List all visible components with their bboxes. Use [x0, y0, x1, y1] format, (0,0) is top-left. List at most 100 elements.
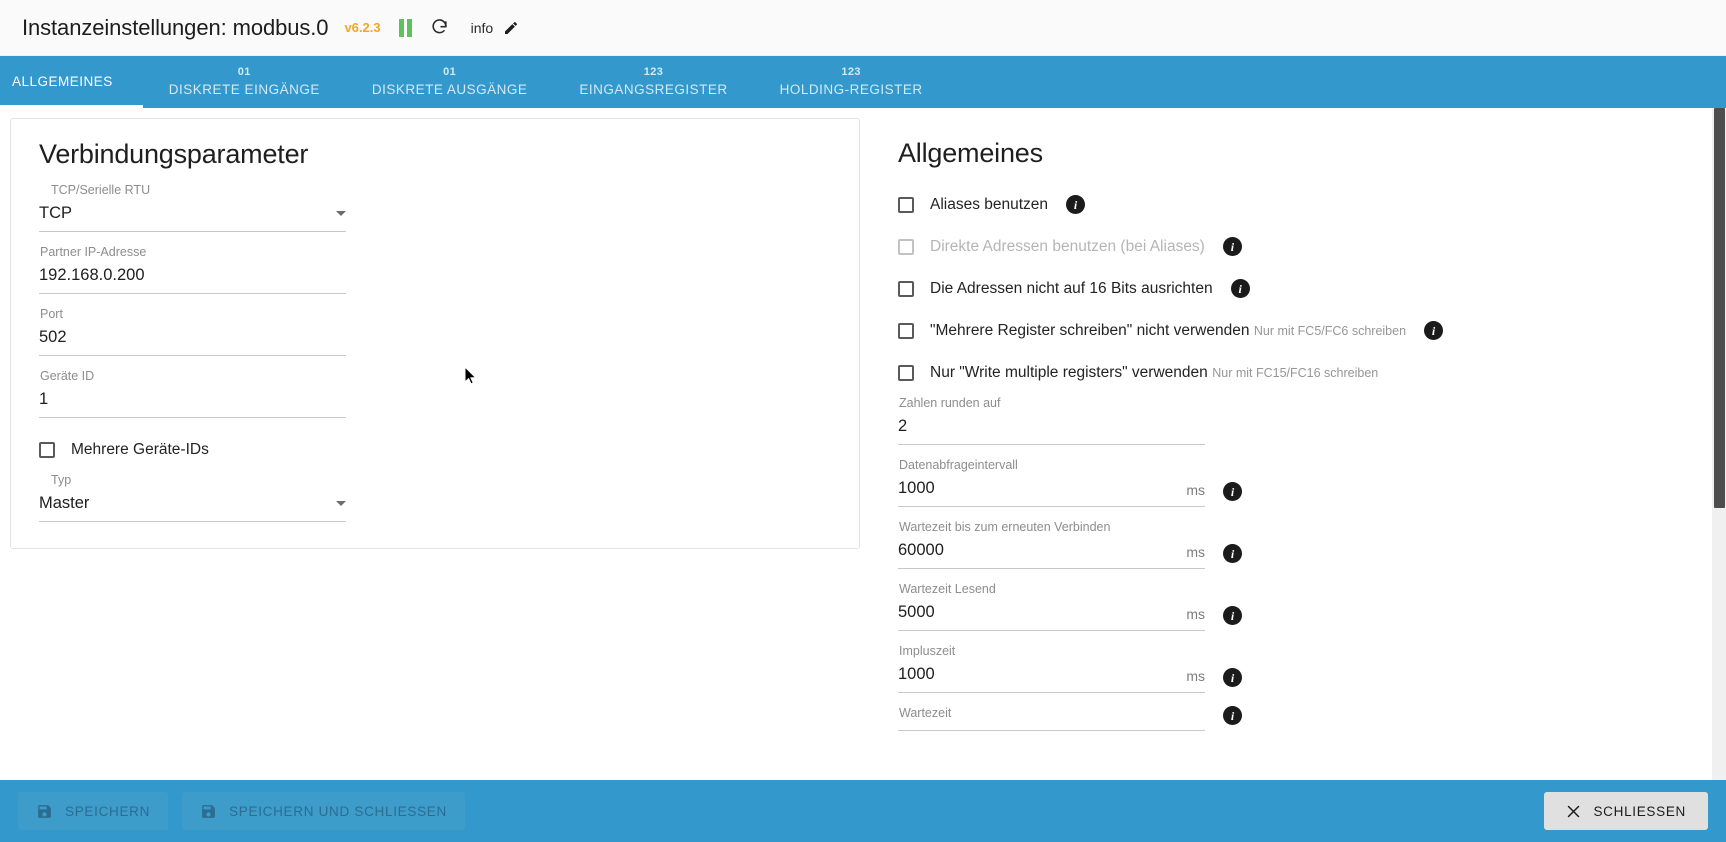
no-multi-write-checkbox-row[interactable]: "Mehrere Register schreiben" nicht verwe…	[898, 321, 1688, 341]
round-numbers-value: 2	[898, 417, 908, 435]
tab-holding-register[interactable]: 123 HOLDING-REGISTER	[754, 56, 949, 108]
save-and-close-button[interactable]: SPEICHERN UND SCHLIESSEN	[182, 792, 465, 830]
direct-addresses-checkbox-row: Direkte Adressen benutzen (bei Aliases) …	[898, 237, 1688, 257]
device-id-label: Geräte ID	[40, 369, 95, 383]
close-button-label: SCHLIESSEN	[1593, 803, 1686, 819]
instance-settings-window: Instanzeinstellungen: modbus.0 v6.2.3 in…	[0, 0, 1726, 842]
reconnect-delay-field-group: Wartezeit bis zum erneuten Verbinden 600…	[898, 507, 1688, 569]
tab-label: EINGANGSREGISTER	[579, 82, 728, 97]
refresh-icon[interactable]	[430, 18, 449, 37]
checkbox-icon[interactable]	[898, 365, 914, 381]
checkbox-icon[interactable]	[898, 323, 914, 339]
device-id-input[interactable]: Geräte ID 1	[39, 366, 346, 418]
reconnect-delay-unit: ms	[1186, 544, 1205, 560]
multi-device-ids-checkbox-row[interactable]: Mehrere Geräte-IDs	[39, 440, 831, 460]
direct-addresses-label: Direkte Adressen benutzen (bei Aliases)	[930, 238, 1205, 255]
connection-title: Verbindungsparameter	[39, 139, 309, 169]
pulse-time-label: Impluszeit	[899, 644, 956, 658]
only-multi-write-checkbox-row[interactable]: Nur "Write multiple registers" verwenden…	[898, 363, 1688, 383]
info-icon[interactable]: i	[1424, 321, 1444, 340]
multi-device-ids-label: Mehrere Geräte-IDs	[71, 441, 209, 458]
type-select[interactable]: Typ Master	[39, 470, 346, 522]
save-and-close-button-label: SPEICHERN UND SCHLIESSEN	[229, 803, 447, 819]
poll-interval-label: Datenabfrageintervall	[899, 458, 1018, 472]
info-icon[interactable]: i	[1066, 195, 1086, 214]
chevron-down-icon	[336, 211, 346, 216]
tab-allgemeines[interactable]: ALLGEMEINES	[0, 56, 143, 108]
checkbox-icon	[898, 239, 914, 255]
info-icon[interactable]: i	[1223, 544, 1242, 563]
round-numbers-field-group: Zahlen runden auf 2	[898, 383, 1688, 445]
poll-interval-input[interactable]: Datenabfrageintervall 1000 ms	[898, 455, 1205, 507]
protocol-select[interactable]: TCP/Serielle RTU TCP	[39, 180, 346, 232]
tab-superscript: 123	[841, 66, 861, 78]
checkbox-icon[interactable]	[898, 281, 914, 297]
aliases-label: Aliases benutzen	[930, 196, 1049, 213]
reconnect-delay-label: Wartezeit bis zum erneuten Verbinden	[899, 520, 1111, 534]
footer-bar: SPEICHERN SPEICHERN UND SCHLIESSEN SCHLI…	[0, 780, 1726, 842]
wait-time-field-group: Wartezeit i	[898, 693, 1688, 731]
port-input[interactable]: Port 502	[39, 304, 346, 356]
save-button[interactable]: SPEICHERN	[18, 792, 169, 830]
pulse-time-input[interactable]: Impluszeit 1000 ms	[898, 641, 1205, 693]
tab-label: ALLGEMEINES	[12, 74, 113, 89]
pause-icon[interactable]	[398, 18, 412, 37]
round-numbers-input[interactable]: Zahlen runden auf 2	[898, 393, 1205, 445]
close-icon	[1566, 804, 1581, 819]
tab-label: DISKRETE AUSGÄNGE	[371, 82, 528, 97]
checkbox-icon[interactable]	[898, 197, 914, 213]
tab-label: DISKRETE EINGÄNGE	[168, 82, 320, 97]
vertical-scrollbar[interactable]	[1712, 108, 1726, 780]
read-timeout-unit: ms	[1186, 606, 1205, 622]
port-label: Port	[40, 307, 63, 321]
info-icon[interactable]: i	[1223, 668, 1242, 687]
no-16bit-align-checkbox-row[interactable]: Die Adressen nicht auf 16 Bits ausrichte…	[898, 279, 1688, 299]
info-icon[interactable]: i	[1223, 606, 1242, 625]
info-link[interactable]: info	[471, 20, 494, 36]
partner-ip-label: Partner IP-Adresse	[40, 245, 147, 259]
info-icon[interactable]: i	[1222, 237, 1242, 256]
tab-eingangsregister[interactable]: 123 EINGANGSREGISTER	[553, 56, 753, 108]
tab-diskrete-eingaenge[interactable]: 01 DISKRETE EINGÄNGE	[143, 56, 346, 108]
no-multi-write-label: "Mehrere Register schreiben" nicht verwe…	[930, 322, 1250, 339]
tab-bar: ALLGEMEINES 01 DISKRETE EINGÄNGE 01 DISK…	[0, 56, 1726, 108]
wait-time-input[interactable]: Wartezeit	[898, 703, 1205, 731]
tab-superscript: 01	[237, 66, 251, 78]
tab-label: HOLDING-REGISTER	[779, 82, 923, 97]
chevron-down-icon	[336, 501, 346, 506]
save-button-label: SPEICHERN	[65, 803, 151, 819]
partner-ip-input[interactable]: Partner IP-Adresse 192.168.0.200	[39, 242, 346, 294]
info-icon[interactable]: i	[1223, 482, 1242, 501]
tab-diskrete-ausgaenge[interactable]: 01 DISKRETE AUSGÄNGE	[346, 56, 554, 108]
read-timeout-input[interactable]: Wartezeit Lesend 5000 ms	[898, 579, 1205, 631]
page-title: Instanzeinstellungen: modbus.0	[22, 14, 329, 40]
scrollbar-thumb[interactable]	[1714, 108, 1725, 508]
settings-content: Verbindungsparameter TCP/Serielle RTU TC…	[0, 108, 1726, 780]
info-icon[interactable]: i	[1223, 706, 1242, 725]
protocol-value: TCP	[39, 204, 72, 222]
reconnect-delay-input[interactable]: Wartezeit bis zum erneuten Verbinden 600…	[898, 517, 1205, 569]
tab-superscript: 01	[443, 66, 457, 78]
port-value: 502	[39, 328, 67, 346]
protocol-label: TCP/Serielle RTU	[51, 183, 151, 197]
tab-superscript: 123	[643, 66, 664, 78]
read-timeout-field-group: Wartezeit Lesend 5000 ms i	[898, 569, 1688, 631]
aliases-checkbox-row[interactable]: Aliases benutzen i	[898, 195, 1688, 215]
type-value: Master	[39, 494, 90, 512]
save-icon	[200, 803, 217, 820]
checkbox-icon[interactable]	[39, 442, 55, 458]
pulse-time-unit: ms	[1186, 668, 1205, 684]
reconnect-delay-value: 60000	[898, 541, 944, 559]
only-multi-write-sublabel: Nur mit FC15/FC16 schreiben	[1212, 366, 1379, 380]
connection-card: Verbindungsparameter TCP/Serielle RTU TC…	[10, 118, 860, 549]
close-button[interactable]: SCHLIESSEN	[1544, 792, 1708, 830]
general-card: Allgemeines Aliases benutzen i Direkte A…	[870, 118, 1716, 757]
window-header: Instanzeinstellungen: modbus.0 v6.2.3 in…	[0, 0, 1726, 56]
pulse-time-value: 1000	[898, 665, 935, 683]
poll-interval-value: 1000	[898, 479, 935, 497]
info-icon[interactable]: i	[1230, 279, 1250, 298]
pencil-icon[interactable]	[503, 20, 519, 36]
no-16bit-align-label: Die Adressen nicht auf 16 Bits ausrichte…	[930, 280, 1213, 297]
no-multi-write-sublabel: Nur mit FC5/FC6 schreiben	[1253, 324, 1407, 338]
general-title: Allgemeines	[898, 138, 1043, 168]
